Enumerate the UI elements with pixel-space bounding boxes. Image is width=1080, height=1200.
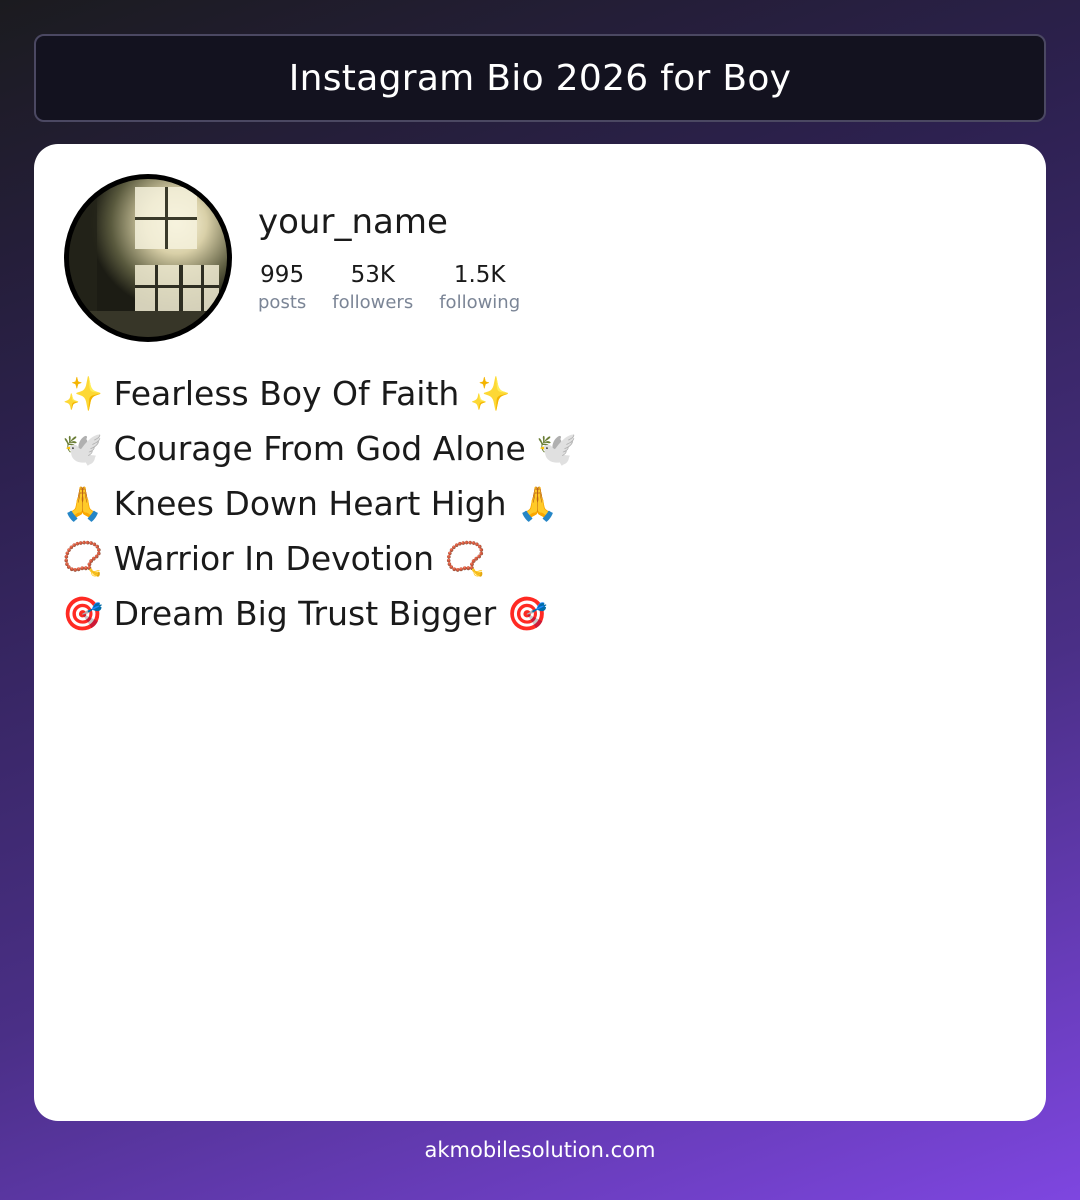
stat-value: 995 [260, 262, 305, 288]
username[interactable]: your_name [258, 202, 448, 242]
bio-line: ✨ Fearless Boy Of Faith ✨ [62, 374, 511, 413]
bio-line: 🙏 Knees Down Heart High 🙏 [62, 484, 559, 523]
title-bar: Instagram Bio 2026 for Boy [34, 34, 1046, 122]
avatar[interactable] [64, 174, 232, 342]
stat-value: 53K [350, 262, 395, 288]
bio: ✨ Fearless Boy Of Faith ✨ 🕊️ Courage Fro… [62, 366, 577, 641]
stat-label: posts [258, 292, 307, 313]
stat-followers[interactable]: 53K followers [332, 260, 413, 316]
bio-line: 🕊️ Courage From God Alone 🕊️ [62, 429, 578, 468]
profile-stats: 995 posts 53K followers 1.5K following [258, 260, 546, 316]
stat-posts[interactable]: 995 posts [258, 260, 306, 316]
profile-card: your_name 995 posts 53K followers 1.5K f… [34, 144, 1046, 1121]
page-title: Instagram Bio 2026 for Boy [288, 57, 792, 99]
footer-site: akmobilesolution.com [424, 1138, 656, 1162]
profile-photo [69, 179, 227, 337]
stat-value: 1.5K [453, 262, 506, 288]
window-light-photo-icon [69, 179, 227, 337]
stat-label: followers [332, 292, 414, 313]
stat-label: following [439, 292, 521, 313]
stat-following[interactable]: 1.5K following [439, 260, 520, 316]
bio-line: 📿 Warrior In Devotion 📿 [62, 539, 486, 578]
bio-line: 🎯 Dream Big Trust Bigger 🎯 [62, 594, 548, 633]
